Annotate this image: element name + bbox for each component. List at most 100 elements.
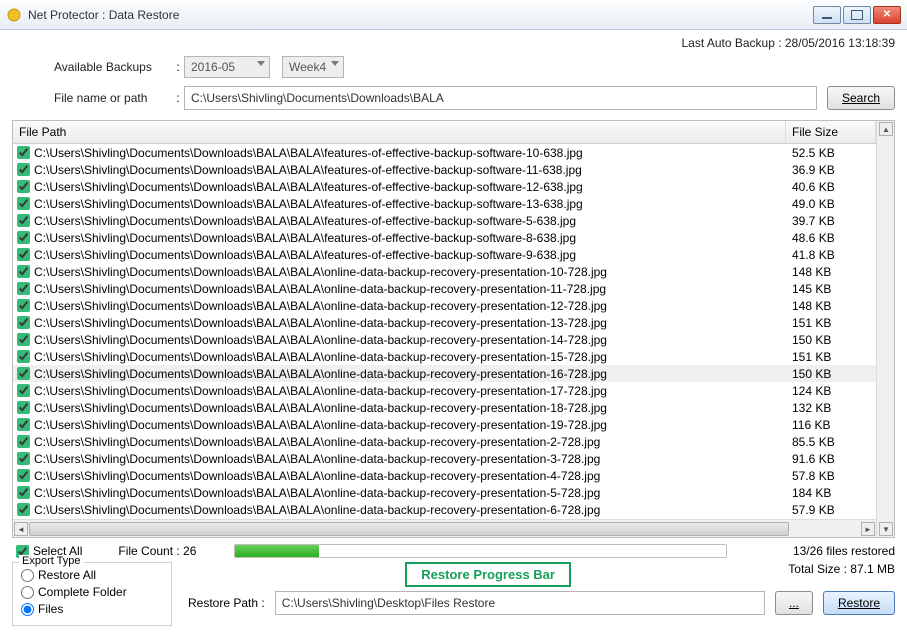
table-row[interactable]: C:\Users\Shivling\Documents\Downloads\BA… — [13, 195, 876, 212]
table-row[interactable]: C:\Users\Shivling\Documents\Downloads\BA… — [13, 382, 876, 399]
row-size: 57.8 KB — [786, 469, 876, 483]
scroll-left-icon[interactable]: ◄ — [14, 522, 28, 536]
table-row[interactable]: C:\Users\Shivling\Documents\Downloads\BA… — [13, 212, 876, 229]
table-row[interactable]: C:\Users\Shivling\Documents\Downloads\BA… — [13, 161, 876, 178]
table-row[interactable]: C:\Users\Shivling\Documents\Downloads\BA… — [13, 433, 876, 450]
row-checkbox[interactable] — [17, 248, 30, 261]
row-path: C:\Users\Shivling\Documents\Downloads\BA… — [34, 248, 576, 262]
scroll-right-icon[interactable]: ► — [861, 522, 875, 536]
row-path: C:\Users\Shivling\Documents\Downloads\BA… — [34, 214, 576, 228]
table-row[interactable]: C:\Users\Shivling\Documents\Downloads\BA… — [13, 144, 876, 161]
row-size: 132 KB — [786, 401, 876, 415]
table-row[interactable]: C:\Users\Shivling\Documents\Downloads\BA… — [13, 467, 876, 484]
row-size: 184 KB — [786, 486, 876, 500]
table-row[interactable]: C:\Users\Shivling\Documents\Downloads\BA… — [13, 450, 876, 467]
table-row[interactable]: C:\Users\Shivling\Documents\Downloads\BA… — [13, 484, 876, 501]
col-file-path[interactable]: File Path — [13, 121, 786, 143]
table-row[interactable]: C:\Users\Shivling\Documents\Downloads\BA… — [13, 263, 876, 280]
row-checkbox[interactable] — [17, 486, 30, 499]
row-checkbox[interactable] — [17, 452, 30, 465]
titlebar[interactable]: Net Protector : Data Restore ✕ — [0, 0, 907, 30]
table-row[interactable]: C:\Users\Shivling\Documents\Downloads\BA… — [13, 331, 876, 348]
progress-callout: Restore Progress Bar — [405, 562, 571, 587]
table-row[interactable]: C:\Users\Shivling\Documents\Downloads\BA… — [13, 246, 876, 263]
file-table: File Path File Size C:\Users\Shivling\Do… — [12, 120, 895, 538]
last-backup-label: Last Auto Backup : 28/05/2016 13:18:39 — [12, 36, 895, 50]
hscroll-thumb[interactable] — [29, 522, 789, 536]
row-checkbox[interactable] — [17, 469, 30, 482]
total-size-label: Total Size : 87.1 MB — [788, 562, 895, 585]
row-size: 85.5 KB — [786, 435, 876, 449]
available-backups-label: Available Backups — [12, 60, 172, 74]
row-checkbox[interactable] — [17, 282, 30, 295]
row-checkbox[interactable] — [17, 180, 30, 193]
table-row[interactable]: C:\Users\Shivling\Documents\Downloads\BA… — [13, 365, 876, 382]
row-checkbox[interactable] — [17, 316, 30, 329]
row-path: C:\Users\Shivling\Documents\Downloads\BA… — [34, 401, 607, 415]
path-input[interactable] — [184, 86, 817, 110]
export-type-group: Export Type Restore All Complete Folder … — [12, 562, 172, 626]
row-checkbox[interactable] — [17, 163, 30, 176]
maximize-button[interactable] — [843, 6, 871, 24]
row-checkbox[interactable] — [17, 503, 30, 516]
scroll-up-icon[interactable]: ▲ — [879, 122, 893, 136]
row-checkbox[interactable] — [17, 350, 30, 363]
row-path: C:\Users\Shivling\Documents\Downloads\BA… — [34, 299, 607, 313]
table-row[interactable]: C:\Users\Shivling\Documents\Downloads\BA… — [13, 501, 876, 518]
table-row[interactable]: C:\Users\Shivling\Documents\Downloads\BA… — [13, 348, 876, 365]
minimize-button[interactable] — [813, 6, 841, 24]
browse-button[interactable]: ... — [775, 591, 813, 615]
radio-files[interactable]: Files — [21, 602, 163, 616]
search-button[interactable]: Search — [827, 86, 895, 110]
row-path: C:\Users\Shivling\Documents\Downloads\BA… — [34, 469, 600, 483]
table-row[interactable]: C:\Users\Shivling\Documents\Downloads\BA… — [13, 229, 876, 246]
month-dropdown[interactable]: 2016-05 — [184, 56, 270, 78]
row-size: 148 KB — [786, 265, 876, 279]
row-checkbox[interactable] — [17, 146, 30, 159]
row-checkbox[interactable] — [17, 384, 30, 397]
row-checkbox[interactable] — [17, 435, 30, 448]
table-row[interactable]: C:\Users\Shivling\Documents\Downloads\BA… — [13, 178, 876, 195]
scroll-down-icon[interactable]: ▼ — [879, 522, 893, 536]
table-row[interactable]: C:\Users\Shivling\Documents\Downloads\BA… — [13, 314, 876, 331]
table-row[interactable]: C:\Users\Shivling\Documents\Downloads\BA… — [13, 416, 876, 433]
restored-count-label: 13/26 files restored — [745, 544, 895, 558]
chevron-down-icon — [257, 61, 265, 66]
row-checkbox[interactable] — [17, 418, 30, 431]
row-path: C:\Users\Shivling\Documents\Downloads\BA… — [34, 503, 600, 517]
file-count-label: File Count : 26 — [118, 544, 196, 558]
table-row[interactable]: C:\Users\Shivling\Documents\Downloads\BA… — [13, 297, 876, 314]
row-checkbox[interactable] — [17, 367, 30, 380]
table-row[interactable]: C:\Users\Shivling\Documents\Downloads\BA… — [13, 280, 876, 297]
col-file-size[interactable]: File Size — [786, 121, 876, 143]
restore-path-input[interactable] — [275, 591, 765, 615]
restore-button[interactable]: Restore — [823, 591, 895, 615]
row-path: C:\Users\Shivling\Documents\Downloads\BA… — [34, 418, 607, 432]
row-checkbox[interactable] — [17, 214, 30, 227]
row-checkbox[interactable] — [17, 401, 30, 414]
row-size: 52.5 KB — [786, 146, 876, 160]
close-button[interactable]: ✕ — [873, 6, 901, 24]
radio-complete-folder[interactable]: Complete Folder — [21, 585, 163, 599]
row-path: C:\Users\Shivling\Documents\Downloads\BA… — [34, 333, 607, 347]
row-checkbox[interactable] — [17, 299, 30, 312]
chevron-down-icon — [331, 61, 339, 66]
app-icon — [6, 7, 22, 23]
row-size: 148 KB — [786, 299, 876, 313]
row-size: 57.9 KB — [786, 503, 876, 517]
row-checkbox[interactable] — [17, 333, 30, 346]
row-size: 36.9 KB — [786, 163, 876, 177]
row-path: C:\Users\Shivling\Documents\Downloads\BA… — [34, 231, 576, 245]
horizontal-scrollbar[interactable]: ◄ ► — [13, 519, 876, 537]
radio-restore-all[interactable]: Restore All — [21, 568, 163, 582]
vertical-scrollbar[interactable]: ▲ ▼ — [876, 121, 894, 537]
row-path: C:\Users\Shivling\Documents\Downloads\BA… — [34, 486, 600, 500]
row-size: 41.8 KB — [786, 248, 876, 262]
row-checkbox[interactable] — [17, 265, 30, 278]
row-checkbox[interactable] — [17, 197, 30, 210]
row-size: 151 KB — [786, 350, 876, 364]
row-checkbox[interactable] — [17, 231, 30, 244]
week-dropdown[interactable]: Week4 — [282, 56, 344, 78]
row-size: 49.0 KB — [786, 197, 876, 211]
table-row[interactable]: C:\Users\Shivling\Documents\Downloads\BA… — [13, 399, 876, 416]
